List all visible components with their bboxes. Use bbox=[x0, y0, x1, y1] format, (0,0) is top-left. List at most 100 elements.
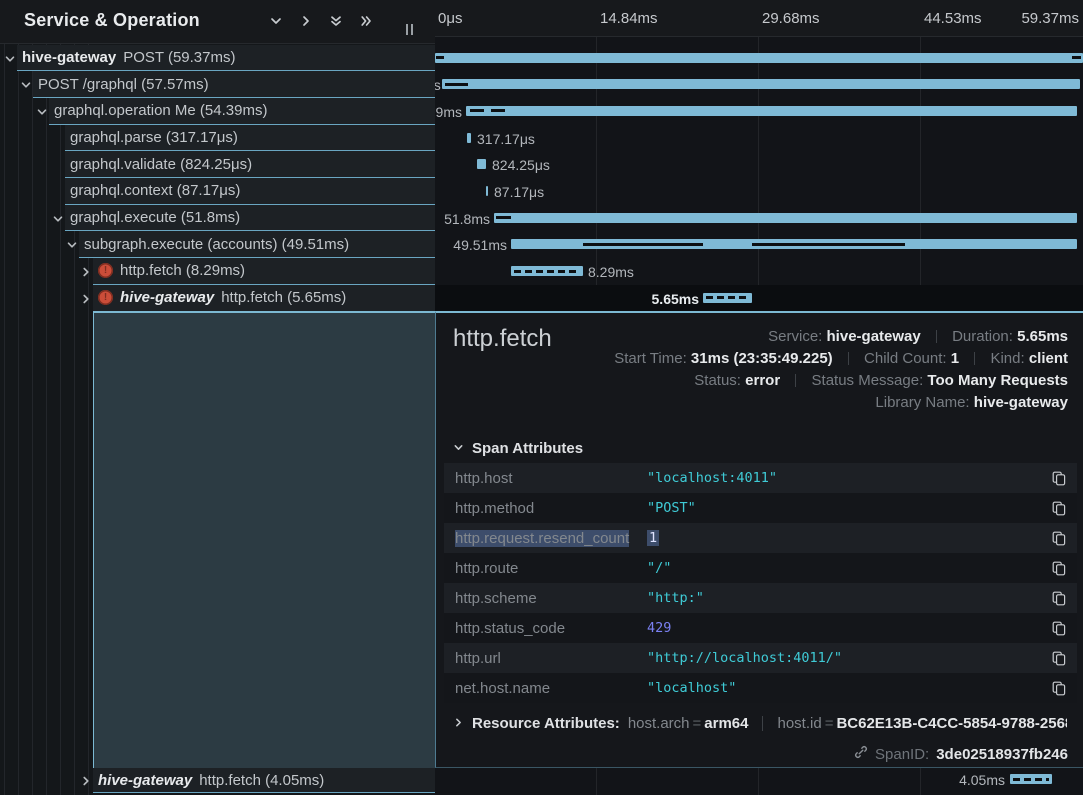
chevron-down-icon[interactable] bbox=[4, 52, 16, 70]
span-bar-row[interactable]: 87.17μs bbox=[435, 178, 1083, 205]
tree-row-http-fetch-3[interactable]: hive-gateway http.fetch (4.05ms) bbox=[0, 768, 435, 793]
copy-icon[interactable] bbox=[1052, 531, 1066, 546]
span-bar-row[interactable]: 49.51ms bbox=[435, 231, 1083, 258]
expand-all-icon[interactable] bbox=[359, 14, 373, 28]
span-attributes-table: http.host "localhost:4011" http.method "… bbox=[444, 463, 1077, 703]
service-name: hive-gateway bbox=[22, 49, 116, 66]
operation-label: graphql.execute (51.8ms) bbox=[70, 209, 240, 226]
copy-icon[interactable] bbox=[1052, 501, 1066, 516]
duration-label: 5.65ms bbox=[644, 290, 699, 308]
span-bar[interactable] bbox=[435, 53, 1083, 63]
tree-row-operation-me[interactable]: graphql.operation Me (54.39ms) bbox=[0, 98, 435, 125]
span-id-value: 3de02518937fb246 bbox=[936, 746, 1068, 763]
attr-row[interactable]: http.route "/" bbox=[444, 553, 1077, 583]
child-count-value: 1 bbox=[951, 350, 959, 367]
kind-value: client bbox=[1029, 350, 1068, 367]
tree-row-http-fetch-1[interactable]: ! http.fetch (8.29ms) bbox=[0, 258, 435, 285]
copy-icon[interactable] bbox=[1052, 681, 1066, 696]
operation-label: graphql.operation Me (54.39ms) bbox=[54, 102, 267, 119]
span-bar[interactable] bbox=[477, 159, 486, 169]
span-bar-row[interactable] bbox=[435, 45, 1083, 72]
span-bar-row[interactable]: 317.17μs bbox=[435, 125, 1083, 152]
attr-value: "POST" bbox=[647, 500, 1052, 516]
error-dashes bbox=[1013, 778, 1049, 781]
chevron-right-icon[interactable] bbox=[80, 774, 92, 792]
duration-value: 5.65ms bbox=[1017, 328, 1068, 345]
chevron-down-icon[interactable] bbox=[36, 105, 48, 123]
error-dashes bbox=[706, 296, 749, 299]
tree-row-post-graphql[interactable]: POST /graphql (57.57ms) bbox=[0, 71, 435, 98]
self-time-mark bbox=[583, 243, 703, 246]
tick-0: 0μs bbox=[438, 10, 463, 27]
copy-icon[interactable] bbox=[1052, 591, 1066, 606]
tree-row-hive-gateway-post[interactable]: hive-gateway POST (59.37ms) bbox=[0, 45, 435, 72]
chevron-right-icon[interactable] bbox=[453, 715, 464, 732]
chevron-down-icon[interactable] bbox=[66, 238, 78, 256]
attr-value: "localhost" bbox=[647, 680, 1052, 696]
span-bar-row-selected[interactable]: 5.65ms bbox=[435, 285, 1083, 311]
attr-key: http.host bbox=[455, 470, 647, 487]
span-bar[interactable] bbox=[442, 79, 1080, 89]
attr-row[interactable]: http.method "POST" bbox=[444, 493, 1077, 523]
span-bar-row[interactable]: 824.25μs bbox=[435, 151, 1083, 178]
operation-label: http.fetch (8.29ms) bbox=[120, 262, 245, 279]
copy-icon[interactable] bbox=[1052, 621, 1066, 636]
link-icon[interactable] bbox=[854, 745, 868, 763]
operation-label: graphql.context (87.17μs) bbox=[70, 182, 240, 199]
span-bar[interactable] bbox=[494, 213, 1077, 223]
child-count-label: Child Count: bbox=[864, 350, 947, 367]
expand-one-icon[interactable] bbox=[299, 14, 313, 28]
tree-row-graphql-context[interactable]: graphql.context (87.17μs) bbox=[0, 178, 435, 205]
span-bar-row[interactable]: 57.57ms bbox=[435, 71, 1083, 98]
span-bar-row[interactable]: 54.39ms bbox=[435, 98, 1083, 125]
panel-title: Service & Operation bbox=[24, 10, 200, 31]
tick-2: 29.68ms bbox=[762, 10, 820, 27]
column-resize-handle[interactable] bbox=[406, 24, 413, 35]
chevron-right-icon[interactable] bbox=[80, 265, 92, 283]
span-bar[interactable] bbox=[466, 106, 1077, 116]
tree-row-subgraph-execute[interactable]: subgraph.execute (accounts) (49.51ms) bbox=[0, 231, 435, 258]
duration-label: Duration: bbox=[952, 328, 1013, 345]
resource-attr: host.arch=arm64 bbox=[628, 715, 749, 732]
duration-label: 57.57ms bbox=[435, 76, 439, 94]
span-attributes-toggle[interactable]: Span Attributes bbox=[453, 440, 583, 457]
attr-key: http.method bbox=[455, 500, 647, 517]
attr-row[interactable]: http.host "localhost:4011" bbox=[444, 463, 1077, 493]
operation-label: POST (59.37ms) bbox=[123, 49, 235, 66]
span-bar[interactable] bbox=[467, 133, 471, 143]
tree-row-graphql-parse[interactable]: graphql.parse (317.17μs) bbox=[0, 125, 435, 152]
span-bar[interactable] bbox=[486, 186, 488, 196]
collapse-all-icon[interactable] bbox=[329, 14, 343, 28]
attr-row[interactable]: net.host.name "localhost" bbox=[444, 673, 1077, 703]
tick-4: 59.37ms bbox=[1021, 10, 1079, 27]
chevron-down-icon[interactable] bbox=[52, 212, 64, 230]
attr-row[interactable]: http.url "http://localhost:4011/" bbox=[444, 643, 1077, 673]
attr-row-selected[interactable]: http.request.resend_count 1 bbox=[444, 523, 1077, 553]
chevron-right-icon[interactable] bbox=[80, 292, 92, 310]
span-bar-row[interactable]: 51.8ms bbox=[435, 205, 1083, 232]
duration-label: 824.25μs bbox=[492, 156, 550, 174]
chevron-down-icon[interactable] bbox=[20, 78, 32, 96]
copy-icon[interactable] bbox=[1052, 561, 1066, 576]
self-time-mark bbox=[1072, 56, 1081, 59]
attr-row[interactable]: http.scheme "http:" bbox=[444, 583, 1077, 613]
tree-row-graphql-validate[interactable]: graphql.validate (824.25μs) bbox=[0, 151, 435, 178]
span-bar-row[interactable]: 4.05ms bbox=[435, 768, 1083, 793]
start-time-value: 31ms (23:35:49.225) bbox=[691, 350, 833, 367]
service-name: hive-gateway bbox=[120, 289, 214, 306]
resource-attributes-toggle[interactable]: Resource Attributes: bbox=[472, 715, 620, 732]
expanded-span-region bbox=[93, 311, 435, 768]
copy-icon[interactable] bbox=[1052, 471, 1066, 486]
span-title: http.fetch bbox=[453, 325, 552, 353]
tree-row-http-fetch-2-selected[interactable]: ! hive-gateway http.fetch (5.65ms) bbox=[0, 285, 435, 311]
copy-icon[interactable] bbox=[1052, 651, 1066, 666]
status-value: error bbox=[745, 372, 780, 389]
error-icon: ! bbox=[98, 290, 113, 305]
collapse-one-icon[interactable] bbox=[269, 14, 283, 28]
span-bar-row[interactable]: 8.29ms bbox=[435, 258, 1083, 285]
tree-row-graphql-execute[interactable]: graphql.execute (51.8ms) bbox=[0, 205, 435, 232]
operation-label: POST /graphql (57.57ms) bbox=[38, 76, 209, 93]
attr-row[interactable]: http.status_code 429 bbox=[444, 613, 1077, 643]
self-time-mark bbox=[436, 56, 444, 59]
attr-value: 1 bbox=[647, 530, 659, 546]
